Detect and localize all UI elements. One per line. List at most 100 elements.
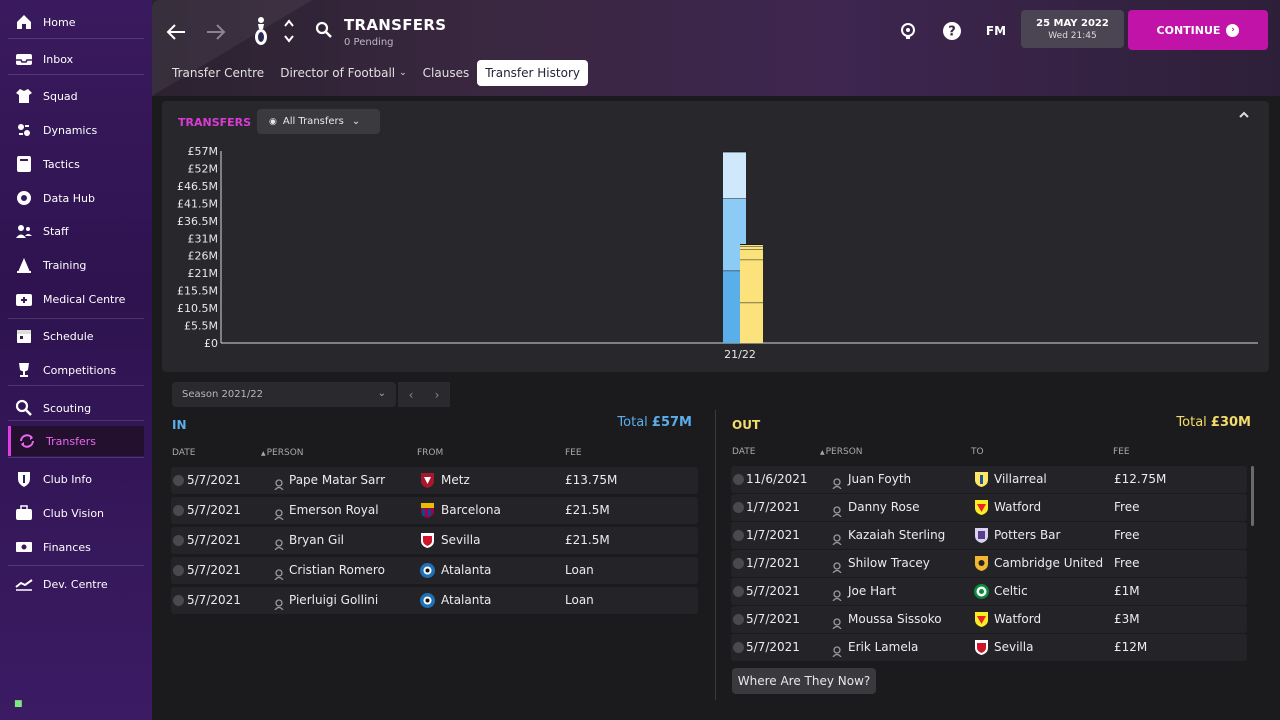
club-name-link[interactable]: Atalanta: [441, 563, 491, 577]
tab-transfer-history[interactable]: Transfer History: [477, 60, 588, 86]
club-name-link[interactable]: Metz: [441, 473, 470, 487]
bar-segment-out[interactable]: [740, 259, 763, 303]
out-table-scrollbar[interactable]: [1251, 466, 1254, 526]
club-name-link[interactable]: Sevilla: [994, 640, 1033, 654]
back-arrow-icon[interactable]: [164, 20, 188, 44]
trophy-settings-icon[interactable]: [897, 20, 919, 42]
table-row[interactable]: 1/7/2021 Danny Rose Watford Free: [731, 494, 1247, 521]
club-name-link[interactable]: Cambridge United: [994, 556, 1103, 570]
table-row[interactable]: 5/7/2021 Pape Matar Sarr Metz £13.75M: [171, 467, 698, 494]
person-name-link[interactable]: Moussa Sissoko: [848, 612, 942, 626]
column-header-person[interactable]: ▲PERSON: [820, 447, 863, 457]
person-name-link[interactable]: Juan Foyth: [848, 472, 911, 486]
transfer-fee: £1M: [1114, 584, 1140, 598]
column-header-fee[interactable]: FEE: [565, 448, 582, 458]
bar-segment-in[interactable]: [723, 151, 746, 199]
column-header-to[interactable]: TO: [971, 447, 984, 457]
table-row[interactable]: 5/7/2021 Cristian Romero Atalanta Loan: [171, 557, 698, 584]
table-row[interactable]: 11/6/2021 Juan Foyth Villarreal £12.75M: [731, 466, 1247, 493]
table-row[interactable]: 5/7/2021 Joe Hart Celtic £1M: [731, 578, 1247, 605]
sidebar-item-label: Squad: [43, 89, 78, 103]
column-header-label: DATE: [732, 447, 756, 457]
column-header-date[interactable]: DATE: [732, 447, 755, 457]
bar-segment-out[interactable]: [740, 246, 763, 250]
table-row[interactable]: 1/7/2021 Shilow Tracey Cambridge United Fre…: [731, 550, 1247, 577]
transfer-filter-dropdown[interactable]: ◉ All Transfers ⌄: [257, 109, 380, 134]
table-row[interactable]: 5/7/2021 Pierluigi Gollini Atalanta Loan: [171, 587, 698, 614]
sidebar-item-club-info[interactable]: Club Info: [8, 464, 144, 494]
sidebar-item-inbox[interactable]: Inbox: [8, 44, 144, 74]
collapse-chart-icon[interactable]: [1236, 110, 1252, 124]
help-icon[interactable]: ?: [941, 20, 963, 42]
column-header-label: PERSON: [266, 448, 304, 458]
sidebar-item-club-vision[interactable]: Club Vision: [8, 498, 144, 528]
column-header-fee[interactable]: FEE: [1113, 447, 1130, 457]
person-name-link[interactable]: Erik Lamela: [848, 640, 918, 654]
season-prev-button[interactable]: ‹: [398, 382, 424, 407]
season-dropdown[interactable]: Season 2021/22 ⌄: [172, 382, 396, 407]
sidebar-item-tactics[interactable]: Tactics: [8, 149, 144, 179]
sidebar-item-competitions[interactable]: Competitions: [8, 355, 144, 385]
in-total-label: Total: [617, 415, 648, 430]
person-name-link[interactable]: Joe Hart: [848, 584, 896, 598]
sort-ascending-icon: ▲: [261, 450, 266, 457]
sidebar-item-data-hub[interactable]: Data Hub: [8, 183, 144, 213]
person-name-link[interactable]: Bryan Gil: [289, 533, 344, 547]
chevron-down-icon: ⌄: [351, 116, 361, 127]
tab-director-of-football[interactable]: Director of Football ⌄: [272, 60, 414, 86]
sidebar-item-medical-centre[interactable]: Medical Centre: [8, 284, 144, 314]
club-name-link[interactable]: Celtic: [994, 584, 1028, 598]
person-name-link[interactable]: Danny Rose: [848, 500, 920, 514]
person-name-link[interactable]: Pape Matar Sarr: [289, 473, 385, 487]
person-name-link[interactable]: Emerson Royal: [289, 503, 379, 517]
sidebar-item-staff[interactable]: Staff: [8, 216, 144, 246]
game-date[interactable]: 25 MAY 2022 Wed 21:45: [1021, 10, 1124, 48]
column-header-label: TO: [971, 447, 984, 457]
sidebar-item-dynamics[interactable]: Dynamics: [8, 115, 144, 145]
table-row[interactable]: 5/7/2021 Bryan Gil Sevilla £21.5M: [171, 527, 698, 554]
club-name-link[interactable]: Atalanta: [441, 593, 491, 607]
fm-menu-button[interactable]: FM: [982, 20, 1010, 42]
club-name-link[interactable]: Sevilla: [441, 533, 480, 547]
sidebar-item-scouting[interactable]: Scouting: [8, 393, 144, 423]
continue-button[interactable]: CONTINUE ›: [1128, 10, 1268, 50]
bar-segment-out[interactable]: [740, 249, 763, 260]
club-name-link[interactable]: Barcelona: [441, 503, 501, 517]
person-name-link[interactable]: Kazaiah Sterling: [848, 528, 945, 542]
row-status-icon: [733, 502, 744, 513]
sidebar-item-finances[interactable]: Finances: [8, 532, 144, 562]
table-row[interactable]: 5/7/2021 Emerson Royal Barcelona £21.5M: [171, 497, 698, 524]
club-name-link[interactable]: Villarreal: [994, 472, 1047, 486]
column-header-person[interactable]: ▲PERSON: [261, 448, 304, 458]
club-switcher-icon[interactable]: [282, 16, 296, 46]
club-name-link[interactable]: Potters Bar: [994, 528, 1060, 542]
sidebar-item-home[interactable]: Home: [8, 7, 144, 37]
season-next-button[interactable]: ›: [424, 382, 450, 407]
sidebar-item-schedule[interactable]: Schedule: [8, 321, 144, 351]
club-name-link[interactable]: Watford: [994, 500, 1041, 514]
table-row[interactable]: 5/7/2021 Erik Lamela Sevilla £12M: [731, 634, 1247, 661]
status-indicator-icon: ■: [14, 699, 23, 709]
column-header-date[interactable]: DATE: [172, 448, 195, 458]
club-name-link[interactable]: Watford: [994, 612, 1041, 626]
tab-transfer-centre[interactable]: Transfer Centre: [164, 60, 272, 86]
sidebar-item-squad[interactable]: Squad: [8, 81, 144, 111]
bar-segment-out[interactable]: [740, 302, 763, 343]
person-name-link[interactable]: Cristian Romero: [289, 563, 385, 577]
table-row[interactable]: 5/7/2021 Moussa Sissoko Watford £3M: [731, 606, 1247, 633]
person-name-link[interactable]: Pierluigi Gollini: [289, 593, 378, 607]
sidebar-item-transfers[interactable]: Transfers: [8, 426, 144, 456]
tab-clauses[interactable]: Clauses: [415, 60, 478, 86]
atalanta-crest-icon: [419, 592, 436, 609]
transfer-fee: Free: [1114, 528, 1140, 542]
person-name-link[interactable]: Shilow Tracey: [848, 556, 930, 570]
table-row[interactable]: 1/7/2021 Kazaiah Sterling Potters Bar Free: [731, 522, 1247, 549]
search-icon[interactable]: [314, 20, 334, 40]
column-header-label: DATE: [172, 448, 196, 458]
where-are-they-now-button[interactable]: Where Are They Now?: [732, 668, 876, 694]
forward-arrow-icon[interactable]: [204, 20, 228, 44]
time-label: Wed 21:45: [1048, 31, 1097, 41]
sidebar-item-training[interactable]: Training: [8, 250, 144, 280]
column-header-from[interactable]: FROM: [417, 448, 443, 458]
sidebar-item-dev-centre[interactable]: Dev. Centre: [8, 569, 144, 599]
